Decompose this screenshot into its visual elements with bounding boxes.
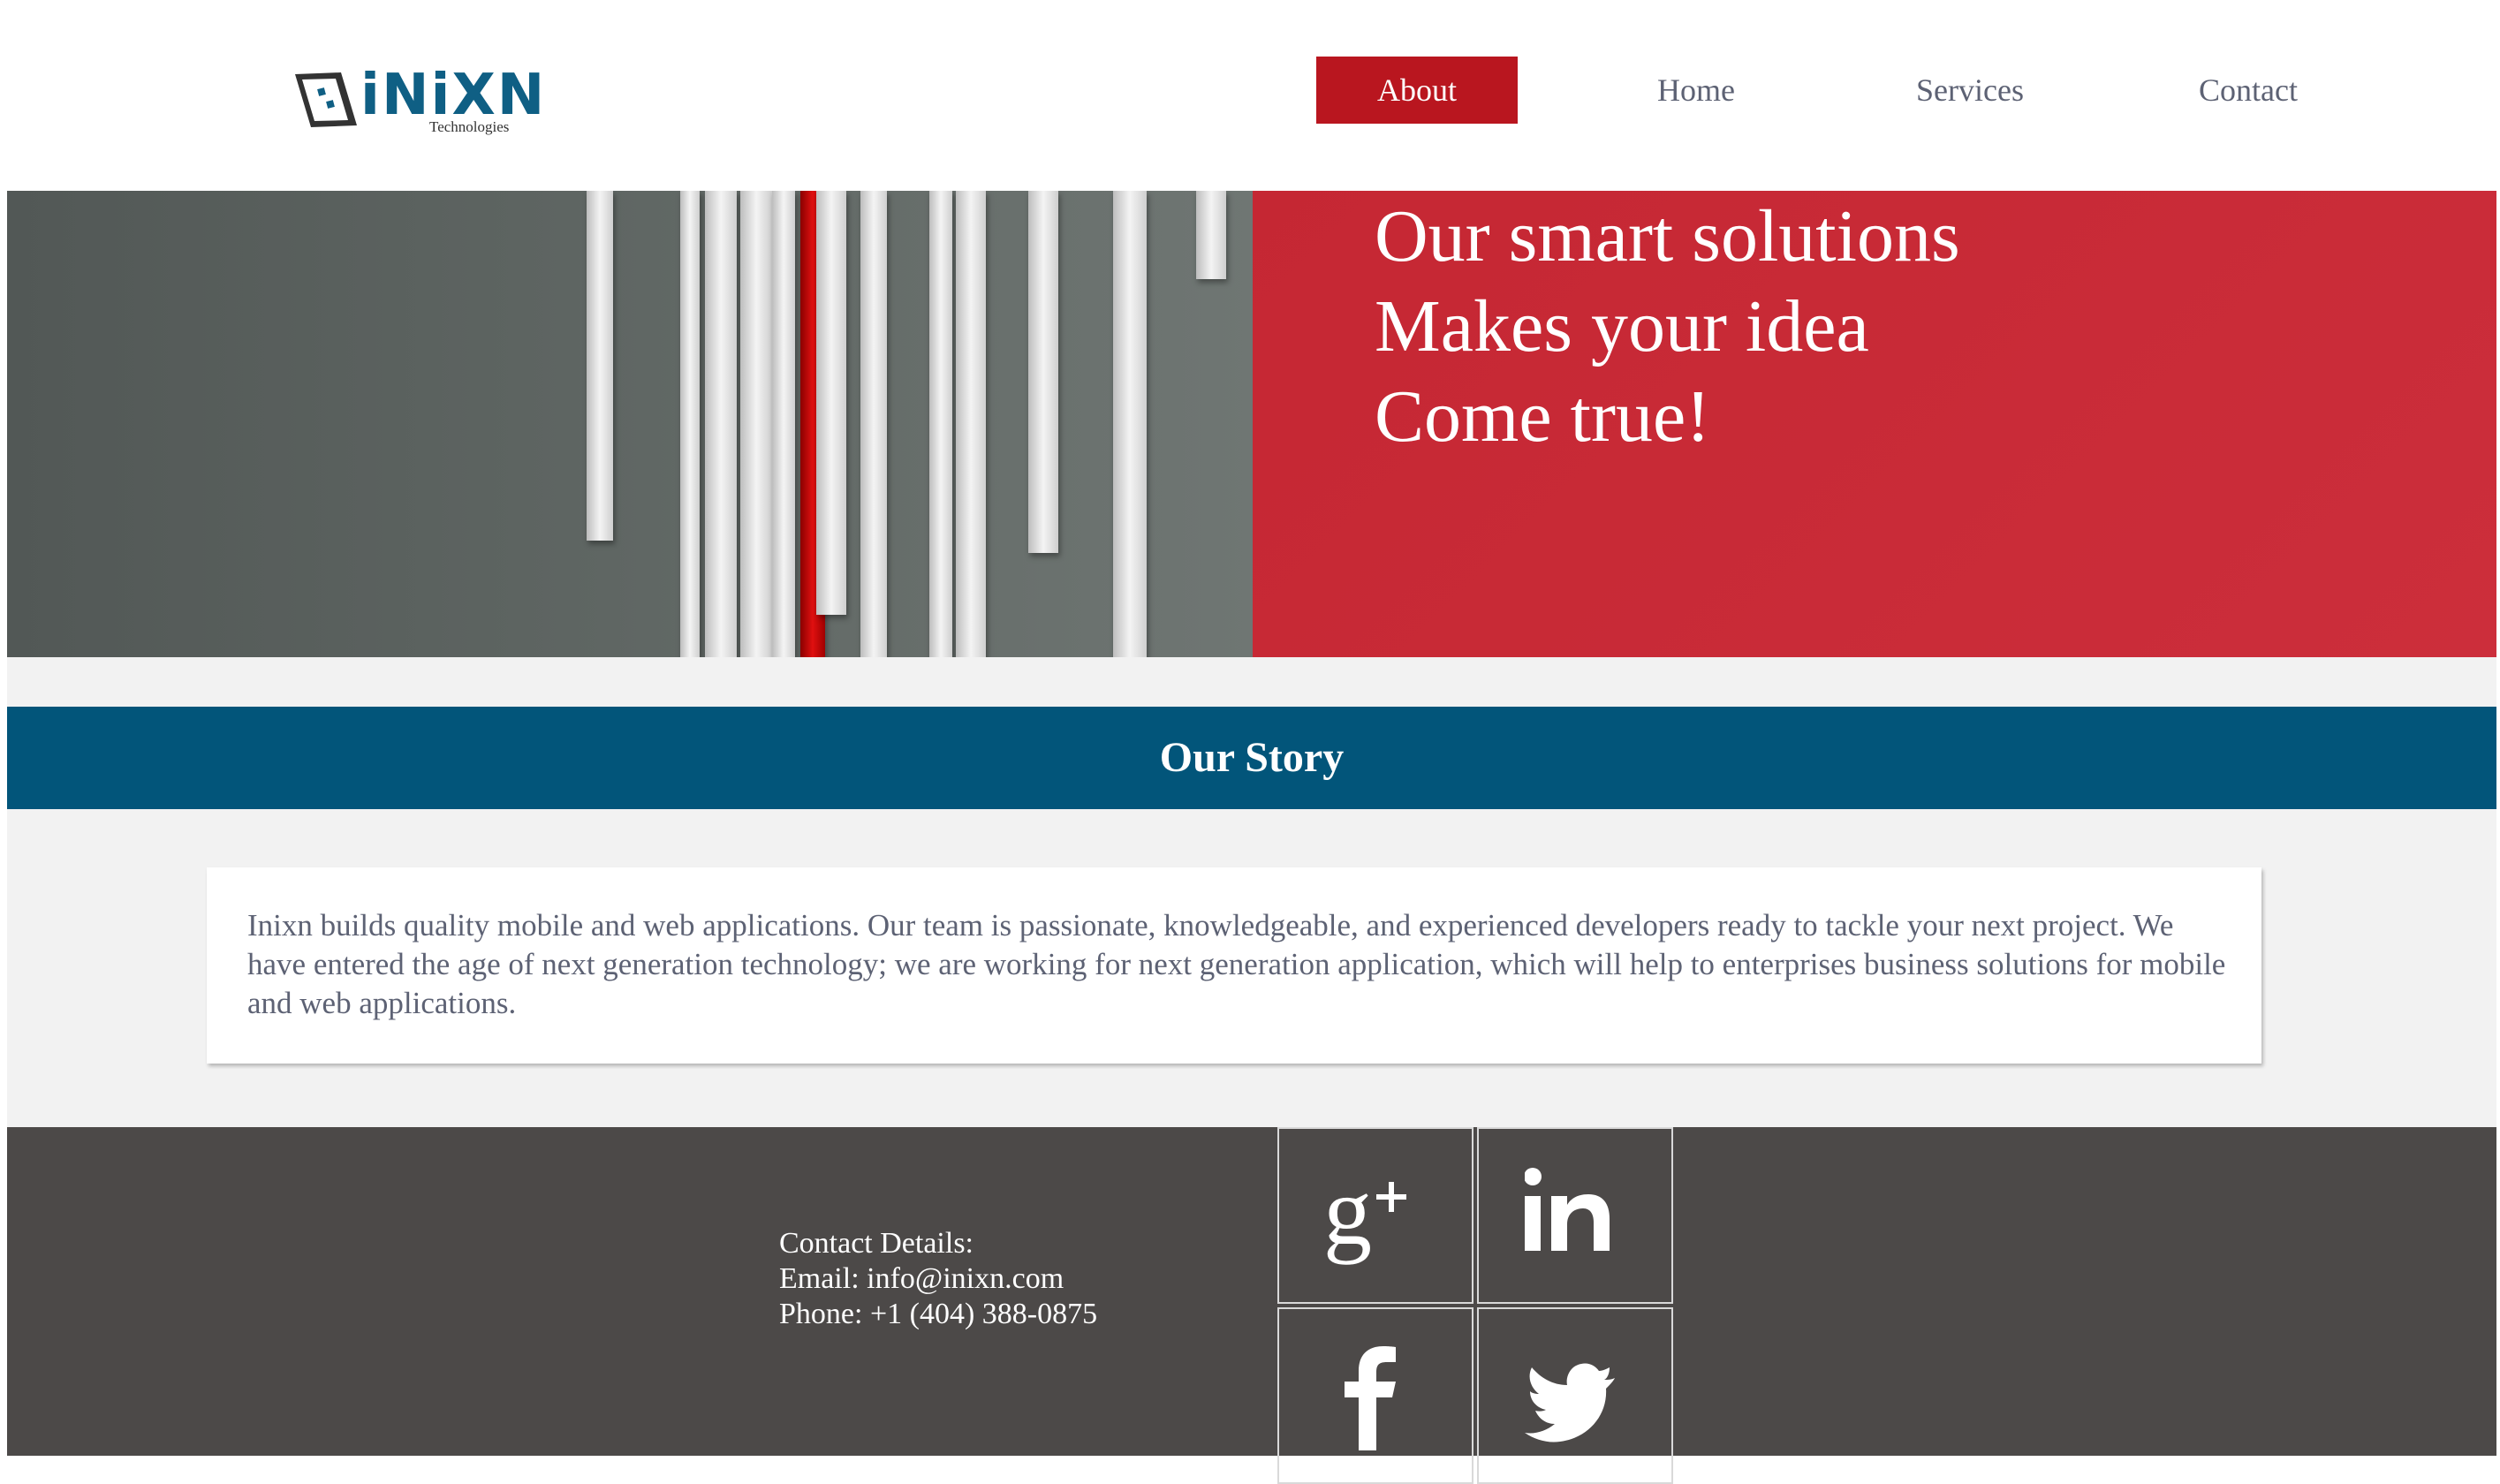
contact-phone[interactable]: Phone: +1 (404) 388-0875 bbox=[779, 1297, 1097, 1332]
facebook-icon[interactable] bbox=[1277, 1307, 1473, 1484]
logo-wordmark: iNiXN bbox=[360, 63, 547, 128]
nav-contact[interactable]: Contact bbox=[2160, 57, 2337, 124]
nav-home[interactable]: Home bbox=[1608, 57, 1784, 124]
hero-image bbox=[7, 191, 1253, 657]
twitter-icon[interactable] bbox=[1477, 1307, 1673, 1484]
site-footer: Contact Details: Email: info@inixn.com P… bbox=[7, 1127, 2496, 1484]
hero-line-3: Come true! bbox=[1375, 375, 1711, 458]
contact-email[interactable]: Email: info@inixn.com bbox=[779, 1261, 1097, 1297]
nav-about[interactable]: About bbox=[1316, 57, 1518, 124]
hero-line-2: Makes your idea bbox=[1375, 285, 1869, 367]
logo-tagline: Technologies bbox=[429, 118, 510, 135]
contact-heading: Contact Details: bbox=[779, 1227, 974, 1260]
story-text: Inixn builds quality mobile and web appl… bbox=[247, 908, 2226, 1020]
hero-banner: Our smart solutions Makes your idea Come… bbox=[7, 191, 2496, 657]
contact-details: Contact Details: Email: info@inixn.com P… bbox=[779, 1226, 1097, 1332]
story-card: Inixn builds quality mobile and web appl… bbox=[207, 867, 2261, 1064]
svg-text:g: g bbox=[1323, 1164, 1372, 1265]
nav-services[interactable]: Services bbox=[1882, 57, 2058, 124]
tablet-logo-icon bbox=[295, 72, 357, 127]
linkedin-icon[interactable] bbox=[1477, 1127, 1673, 1304]
google-plus-icon[interactable]: g bbox=[1277, 1127, 1473, 1304]
story-header: Our Story bbox=[7, 707, 2496, 809]
hero-tagline-panel: Our smart solutions Makes your idea Come… bbox=[1253, 191, 2496, 657]
site-logo[interactable]: iNiXN Technologies bbox=[292, 65, 544, 141]
story-title: Our Story bbox=[1159, 734, 1345, 781]
site-header: iNiXN Technologies About Home Services C… bbox=[0, 0, 2500, 191]
hero-line-1: Our smart solutions bbox=[1375, 195, 1960, 277]
